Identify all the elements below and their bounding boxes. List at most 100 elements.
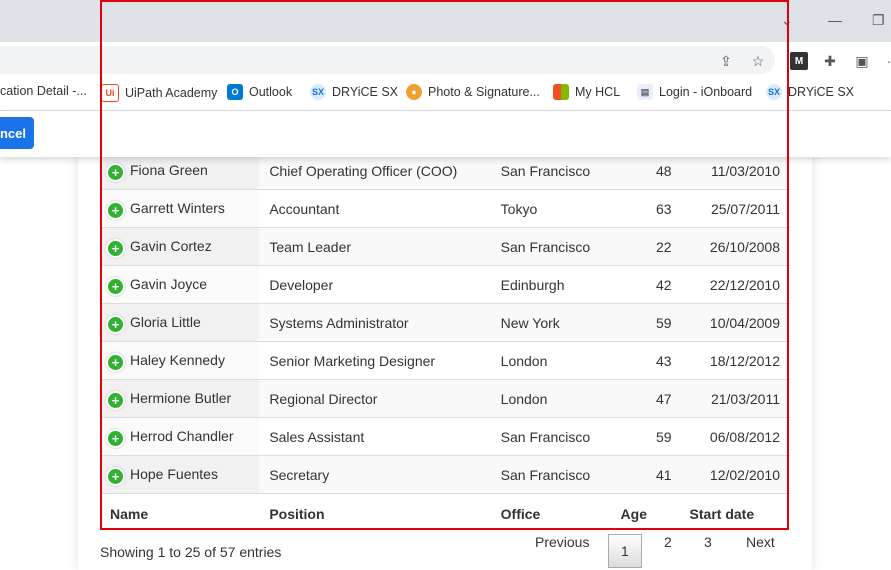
column-position-header[interactable]: Position — [259, 493, 491, 533]
cell-age: 48 — [616, 152, 672, 190]
side-panel-icon[interactable]: ▣ — [853, 52, 871, 70]
table-row[interactable]: + Fiona Green Chief Operating Officer (COO… — [100, 152, 790, 190]
cell-office: London — [490, 341, 617, 380]
cell-age: 47 — [616, 379, 672, 418]
cell-office: Edinburgh — [490, 265, 617, 304]
table-row[interactable]: + Gavin Cortez Team Leader San Francisco 22 2… — [100, 227, 790, 266]
share-icon[interactable]: ⇪ — [717, 52, 735, 70]
cell-position: Senior Marketing Designer — [259, 341, 491, 380]
cell-name: + Hermione Butler — [100, 379, 260, 418]
bookmark-label: cation Detail -... — [0, 84, 87, 98]
cell-start-date: 18/12/2012 — [671, 341, 790, 380]
pagination-next[interactable]: Next — [746, 534, 775, 550]
table-row[interactable]: + Hope Fuentes Secretary San Francisco 41 12/… — [100, 455, 790, 494]
table-row[interactable]: + Garrett Winters Accountant Tokyo 63 25/07/2… — [100, 189, 790, 228]
pagination-page-1[interactable]: 1 — [608, 534, 642, 568]
bookmark-item[interactable]: ● Photo & Signature... — [406, 84, 540, 100]
microsoft-icon — [553, 84, 569, 100]
cell-position: Accountant — [259, 189, 491, 228]
address-input[interactable] — [0, 46, 775, 74]
column-office-header[interactable]: Office — [490, 493, 617, 533]
cell-office: San Francisco — [490, 455, 617, 494]
bookmark-item[interactable]: ▤ Login - iOnboard — [637, 84, 752, 100]
cell-name: + Fiona Green — [100, 152, 260, 190]
cell-start-date: 26/10/2008 — [671, 227, 790, 266]
cell-office: San Francisco — [490, 417, 617, 456]
cell-name: + Gavin Joyce — [100, 265, 260, 304]
bookmark-item[interactable]: SX DRYiCE SX — [310, 84, 398, 100]
expand-row-icon[interactable]: + — [108, 278, 123, 294]
bookmark-item[interactable]: SX DRYiCE SX — [766, 84, 854, 100]
cell-start-date: 10/04/2009 — [671, 303, 790, 342]
cell-name: + Gavin Cortez — [100, 227, 260, 266]
pagination-page-2[interactable]: 2 — [664, 534, 672, 550]
cell-position: Developer — [259, 265, 491, 304]
cell-name: + Haley Kennedy — [100, 341, 260, 380]
column-name-header[interactable]: Name — [100, 493, 260, 533]
expand-row-icon[interactable]: + — [108, 392, 123, 408]
cell-position: Team Leader — [259, 227, 491, 266]
cell-age: 59 — [616, 417, 672, 456]
restore-icon[interactable]: ❐ — [872, 12, 885, 29]
table-info: Showing 1 to 25 of 57 entries — [100, 544, 282, 560]
table-row[interactable]: + Herrod Chandler Sales Assistant San Franc… — [100, 417, 790, 456]
tab-search-icon[interactable]: ⌄ — [781, 12, 793, 29]
photo-icon: ● — [406, 84, 422, 100]
expand-row-icon[interactable]: + — [108, 202, 123, 218]
table-row[interactable]: + Haley Kennedy Senior Marketing Designer L… — [100, 341, 790, 380]
cell-age: 63 — [616, 189, 672, 228]
address-bar-row: ⇪ ☆ M ✚ ▣ · — [0, 42, 891, 78]
table-row[interactable]: + Hermione Butler Regional Director London 4… — [100, 379, 790, 418]
minimize-icon[interactable]: — — [828, 12, 842, 28]
dialog-action-bar: ncel — [0, 111, 891, 157]
table-row[interactable]: + Gavin Joyce Developer Edinburgh 42 22/12/20… — [100, 265, 790, 304]
bookmark-label: DRYiCE SX — [788, 85, 854, 99]
profile-icon[interactable]: · — [880, 52, 891, 70]
column-start-date-header[interactable]: Start date — [671, 493, 790, 533]
cell-office: Tokyo — [490, 189, 617, 228]
cell-office: San Francisco — [490, 227, 617, 266]
browser-tab-strip: ⌄ — ❐ — [0, 0, 891, 42]
cell-age: 59 — [616, 303, 672, 342]
cell-name-text: Gloria Little — [130, 313, 201, 330]
cell-name-text: Haley Kennedy — [130, 351, 225, 368]
expand-row-icon[interactable]: + — [108, 354, 123, 370]
cell-name-text: Gavin Joyce — [130, 275, 208, 292]
cell-start-date: 11/03/2010 — [671, 152, 790, 190]
cell-name-text: Herrod Chandler — [130, 427, 234, 444]
cell-name-text: Hermione Butler — [130, 389, 232, 406]
cell-office: San Francisco — [490, 152, 617, 190]
cell-position: Chief Operating Officer (COO) — [259, 152, 491, 190]
bookmark-item[interactable]: My HCL — [553, 84, 620, 100]
cell-name: + Hope Fuentes — [100, 455, 260, 494]
expand-row-icon[interactable]: + — [108, 164, 123, 180]
employees-table: + Fiona Green Chief Operating Officer (COO… — [100, 152, 790, 533]
cell-name-text: Garrett Winters — [130, 199, 225, 216]
cell-age: 41 — [616, 455, 672, 494]
cell-start-date: 22/12/2010 — [671, 265, 790, 304]
pagination-previous[interactable]: Previous — [535, 534, 589, 550]
expand-row-icon[interactable]: + — [108, 240, 123, 256]
cell-name-text: Fiona Green — [130, 161, 208, 178]
bookmark-item[interactable]: O Outlook — [227, 84, 292, 100]
pagination-page-3[interactable]: 3 — [704, 534, 712, 550]
column-age-header[interactable]: Age — [616, 493, 672, 533]
bookmark-item[interactable]: Ui UiPath Academy — [101, 84, 217, 102]
cell-start-date: 06/08/2012 — [671, 417, 790, 456]
expand-row-icon[interactable]: + — [108, 468, 123, 484]
expand-row-icon[interactable]: + — [108, 316, 123, 332]
bookmark-label: UiPath Academy — [125, 86, 218, 100]
cell-age: 22 — [616, 227, 672, 266]
extensions-puzzle-icon[interactable]: ✚ — [821, 52, 839, 70]
bookmark-item[interactable]: cation Detail -... — [0, 84, 87, 98]
bookmark-label: DRYiCE SX — [332, 85, 398, 99]
table-footer-row: Name Position Office Age Start date — [100, 493, 790, 533]
expand-row-icon[interactable]: + — [108, 430, 123, 446]
cell-name: + Gloria Little — [100, 303, 260, 342]
cell-age: 43 — [616, 341, 672, 380]
cancel-button[interactable]: ncel — [0, 117, 34, 149]
doc-icon: ▤ — [637, 84, 653, 100]
bookmark-star-icon[interactable]: ☆ — [749, 52, 767, 70]
extension-m-icon[interactable]: M — [790, 52, 808, 70]
table-row[interactable]: + Gloria Little Systems Administrator New Y… — [100, 303, 790, 342]
